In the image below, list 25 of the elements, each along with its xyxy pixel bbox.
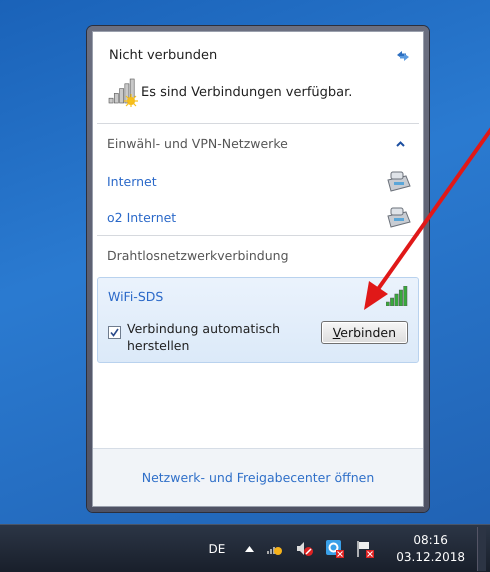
app-error-icon[interactable]: [326, 540, 344, 558]
network-item[interactable]: o2 Internet: [93, 199, 423, 235]
clock-date[interactable]: 03.12.2018: [396, 548, 465, 566]
status-title: Nicht verbunden: [109, 48, 218, 63]
auto-connect-checkbox[interactable]: [108, 326, 121, 339]
refresh-icon[interactable]: [395, 48, 411, 62]
signal-bars-icon: [107, 77, 139, 107]
signal-strength-icon: [386, 286, 408, 306]
auto-connect-label: Verbindung automatisch herstellen: [127, 320, 282, 354]
network-name: WiFi-SDS: [108, 288, 164, 304]
network-center-link[interactable]: Netzwerk- und Freigabecenter öffnen: [142, 470, 374, 485]
phone-modem-icon: [385, 206, 411, 228]
network-item[interactable]: Internet: [93, 163, 423, 199]
show-hidden-icons-icon[interactable]: [245, 546, 254, 552]
network-item[interactable]: WiFi-SDS Verbindung automatisch herstellen Verbinden: [97, 277, 419, 363]
group-header: Drahtlosnetzwerkverbindung: [107, 248, 289, 263]
status-message: Es sind Verbindungen verfügbar.: [141, 84, 352, 100]
clock-time[interactable]: 08:16: [413, 532, 448, 548]
connect-button[interactable]: Verbinden: [320, 321, 408, 344]
phone-modem-icon: [385, 170, 411, 192]
group-header: Einwähl- und VPN-Netzwerke: [107, 136, 288, 151]
speaker-muted-icon[interactable]: [296, 540, 314, 556]
language-indicator[interactable]: DE: [208, 542, 226, 556]
flag-error-icon[interactable]: [356, 540, 374, 558]
chevron-up-icon[interactable]: [396, 140, 405, 146]
